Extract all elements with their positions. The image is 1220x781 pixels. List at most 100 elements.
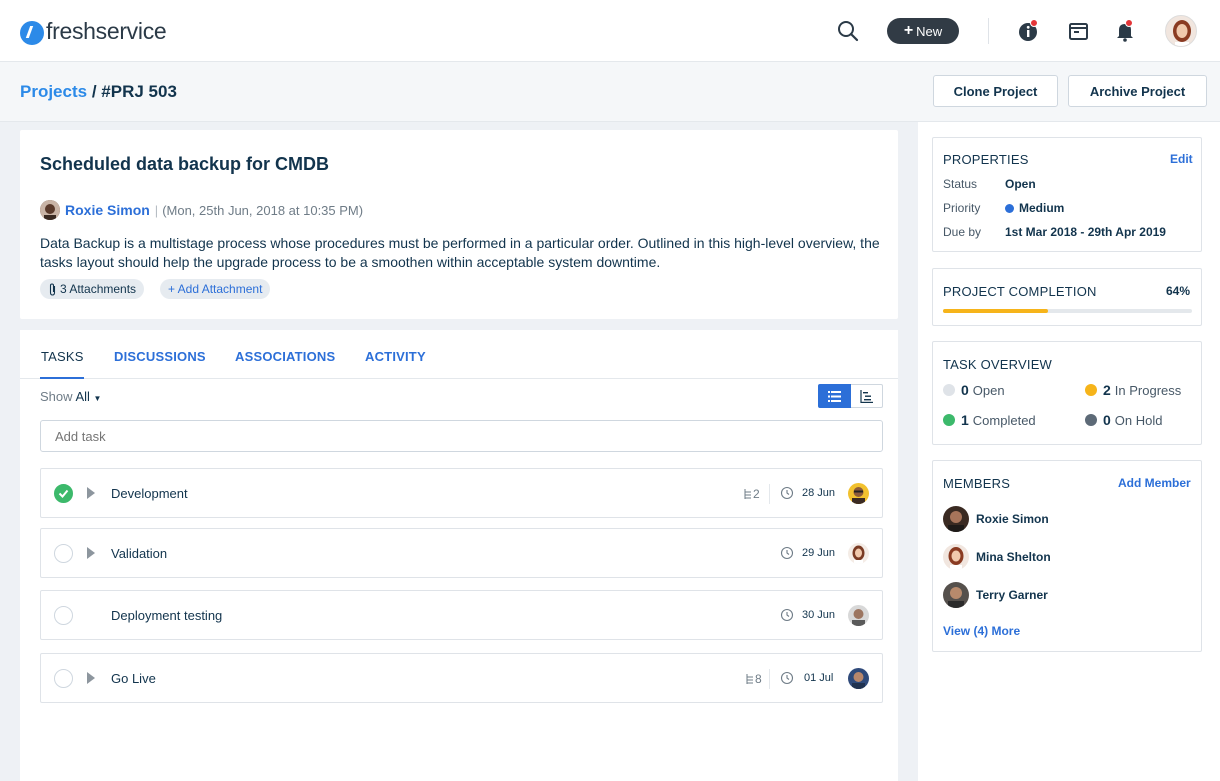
overview-completed: 1 Completed [943, 412, 1036, 428]
member-item[interactable]: Terry Garner [943, 582, 1048, 608]
assignee-avatar[interactable] [848, 668, 869, 689]
notification-dot [1030, 19, 1038, 27]
gantt-icon [860, 389, 873, 403]
properties-heading: PROPERTIES [943, 152, 1029, 167]
subtask-icon [746, 674, 753, 684]
on-hold-count: 0 [1103, 412, 1111, 428]
task-complete-checkbox[interactable] [54, 484, 73, 503]
clock-icon [780, 486, 794, 500]
subtask-count: 8 [746, 672, 762, 686]
task-complete-checkbox[interactable] [54, 669, 73, 688]
tab-tasks[interactable]: TASKS [41, 349, 84, 364]
breadcrumb-projects-link[interactable]: Projects [20, 82, 87, 101]
breadcrumb-separator: / [91, 82, 97, 101]
open-count: 0 [961, 382, 969, 398]
open-dot [943, 384, 955, 396]
task-overview-heading: TASK OVERVIEW [943, 357, 1053, 372]
subtask-count: 2 [744, 487, 760, 501]
due-date: 29 Jun [802, 547, 836, 559]
on-hold-label: On Hold [1114, 412, 1163, 428]
priority-text: Medium [1019, 201, 1065, 215]
task-row[interactable]: Deployment testing 30 Jun [40, 590, 883, 640]
divider [769, 484, 770, 504]
member-avatar [943, 506, 969, 532]
member-item[interactable]: Roxie Simon [943, 506, 1049, 532]
due-date: 30 Jun [802, 609, 836, 621]
due-date: 28 Jun [802, 487, 836, 499]
plus-icon: + [903, 22, 914, 39]
member-name: Roxie Simon [976, 512, 1049, 526]
task-name[interactable]: Development [111, 486, 188, 501]
completion-heading: PROJECT COMPLETION [943, 284, 1097, 299]
priority-dot [1005, 204, 1014, 213]
divider [769, 669, 770, 689]
open-label: Open [972, 382, 1005, 398]
author-name-link[interactable]: Roxie Simon [65, 202, 150, 218]
task-row[interactable]: Validation 29 Jun [40, 528, 883, 578]
freshservice-logo[interactable]: freshservice [20, 17, 167, 45]
list-icon [827, 390, 841, 402]
subtask-count-value: 2 [753, 487, 760, 501]
calendar-icon[interactable] [1068, 20, 1090, 42]
show-filter[interactable]: Show All ▼ [40, 389, 101, 404]
project-description-card: Scheduled data backup for CMDB Roxie Sim… [20, 130, 898, 319]
overview-in-progress: 2 In Progress [1085, 382, 1181, 398]
add-task-input[interactable] [40, 420, 883, 452]
add-attachment-button[interactable]: + Add Attachment [160, 279, 271, 299]
clone-project-button[interactable]: Clone Project [933, 75, 1058, 107]
tab-activity[interactable]: ACTIVITY [365, 349, 426, 364]
show-label: Show [40, 389, 73, 404]
add-member-link[interactable]: Add Member [1118, 476, 1191, 490]
project-completion-card: PROJECT COMPLETION 64% [932, 268, 1202, 326]
member-avatar [943, 544, 969, 570]
top-navbar: freshservice + New [0, 0, 1220, 62]
members-heading: MEMBERS [943, 476, 1011, 491]
expand-caret-icon[interactable] [87, 547, 95, 559]
task-name[interactable]: Deployment testing [111, 608, 222, 623]
gantt-view-button[interactable] [850, 384, 883, 408]
new-button[interactable]: + New [887, 18, 959, 44]
task-name[interactable]: Validation [111, 546, 167, 561]
completed-label: Completed [972, 412, 1036, 428]
task-complete-checkbox[interactable] [54, 544, 73, 563]
expand-caret-icon[interactable] [87, 487, 95, 499]
assignee-avatar[interactable] [848, 543, 869, 564]
task-complete-checkbox[interactable] [54, 606, 73, 625]
member-name: Terry Garner [976, 588, 1048, 602]
right-sidebar: PROPERTIES Edit Status Open Priority Med… [918, 122, 1220, 781]
clock-icon [780, 671, 794, 685]
search-icon[interactable] [837, 20, 859, 42]
completion-percent: 64% [1166, 284, 1191, 298]
list-view-button[interactable] [818, 384, 851, 408]
check-icon [58, 489, 69, 498]
attachments-pill[interactable]: 3 Attachments [40, 279, 145, 299]
archive-project-button[interactable]: Archive Project [1068, 75, 1207, 107]
task-row[interactable]: Go Live 8 01 Jul [40, 653, 883, 703]
assignee-avatar[interactable] [848, 605, 869, 626]
assignee-avatar[interactable] [848, 483, 869, 504]
due-value: 1st Mar 2018 - 29th Apr 2019 [1005, 225, 1166, 239]
paperclip-icon [49, 282, 56, 296]
tab-associations[interactable]: ASSOCIATIONS [235, 349, 335, 364]
active-tab-indicator [40, 377, 84, 379]
divider [988, 18, 989, 44]
author-avatar [40, 200, 60, 220]
expand-caret-icon[interactable] [87, 672, 95, 684]
show-filter-value[interactable]: All [75, 389, 89, 404]
members-card: MEMBERS Add Member Roxie Simon Mina Shel… [932, 460, 1202, 652]
notification-dot [1125, 19, 1133, 27]
task-row[interactable]: Development 2 28 Jun [40, 468, 883, 518]
member-avatar [943, 582, 969, 608]
in-progress-count: 2 [1103, 382, 1111, 398]
tab-discussions[interactable]: DISCUSSIONS [114, 349, 206, 364]
user-avatar[interactable] [1165, 15, 1197, 47]
in-progress-label: In Progress [1114, 382, 1182, 398]
member-item[interactable]: Mina Shelton [943, 544, 1051, 570]
breadcrumb: Projects / #PRJ 503 [20, 82, 177, 102]
properties-card: PROPERTIES Edit Status Open Priority Med… [932, 137, 1202, 252]
author-separator: | [154, 202, 159, 218]
status-label: Status [943, 177, 978, 191]
edit-properties-link[interactable]: Edit [1170, 152, 1193, 166]
view-more-members-link[interactable]: View (4) More [943, 624, 1020, 638]
task-name[interactable]: Go Live [111, 671, 156, 686]
